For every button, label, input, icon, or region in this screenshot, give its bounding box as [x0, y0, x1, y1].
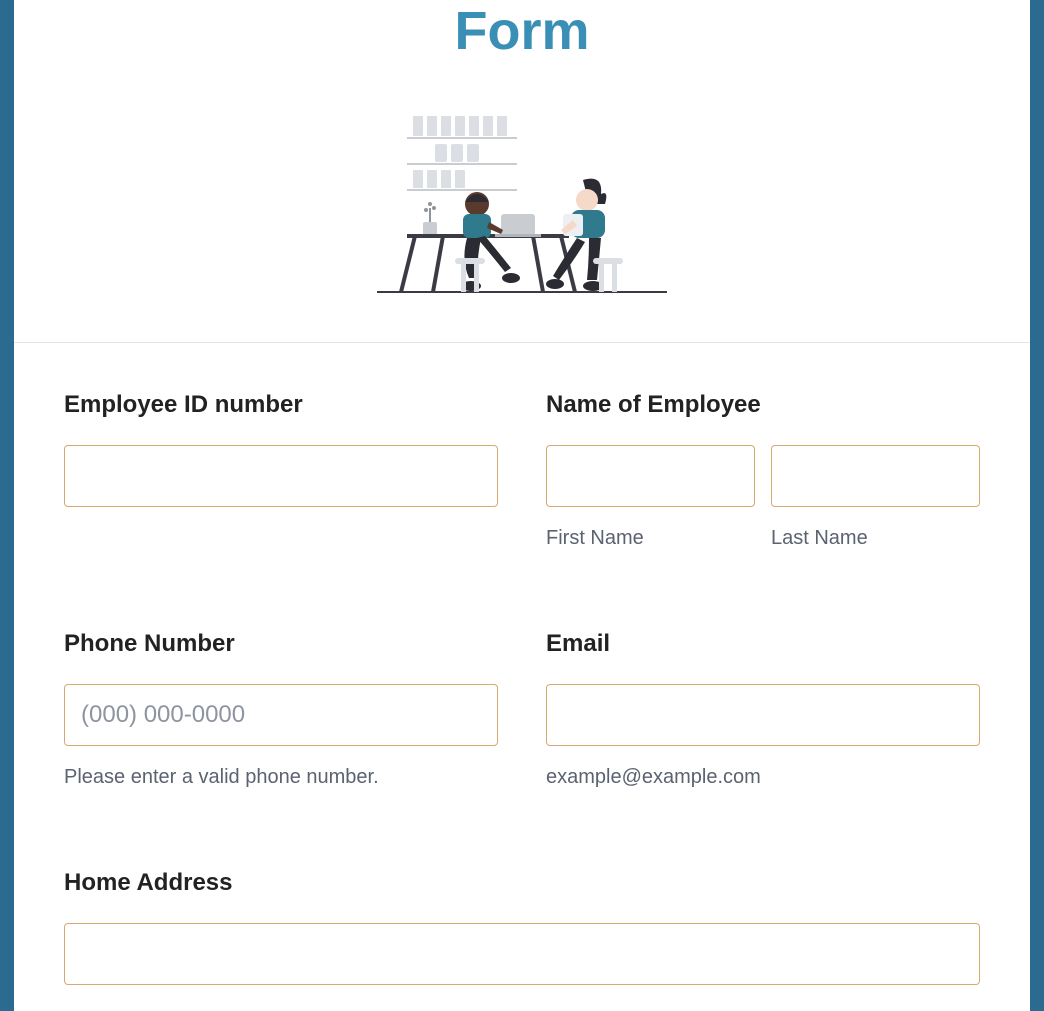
last-name-sublabel: Last Name [771, 527, 980, 550]
employee-name-label: Name of Employee [546, 391, 980, 419]
email-field-group: Email example@example.com [546, 630, 980, 789]
first-name-sublabel: First Name [546, 527, 755, 550]
form-header: Form [14, 0, 1030, 342]
phone-field-group: Phone Number Please enter a valid phone … [64, 630, 498, 789]
last-name-input[interactable] [771, 445, 980, 507]
email-label: Email [546, 630, 980, 658]
form-title: Form [14, 0, 1030, 62]
form-container: Form [0, 0, 1044, 1011]
address-input[interactable] [64, 923, 980, 985]
form-body: Employee ID number Name of Employee Firs… [14, 343, 1030, 985]
employee-name-field-group: Name of Employee First Name Last Name [546, 391, 980, 550]
phone-hint: Please enter a valid phone number. [64, 766, 498, 789]
address-label: Home Address [64, 869, 980, 897]
first-name-input[interactable] [546, 445, 755, 507]
coworking-illustration [377, 102, 667, 302]
address-field-group: Home Address [64, 869, 980, 985]
employee-id-field-group: Employee ID number [64, 391, 498, 550]
email-input[interactable] [546, 684, 980, 746]
email-hint: example@example.com [546, 766, 980, 789]
phone-input[interactable] [64, 684, 498, 746]
phone-label: Phone Number [64, 630, 498, 658]
employee-id-input[interactable] [64, 445, 498, 507]
employee-id-label: Employee ID number [64, 391, 498, 419]
